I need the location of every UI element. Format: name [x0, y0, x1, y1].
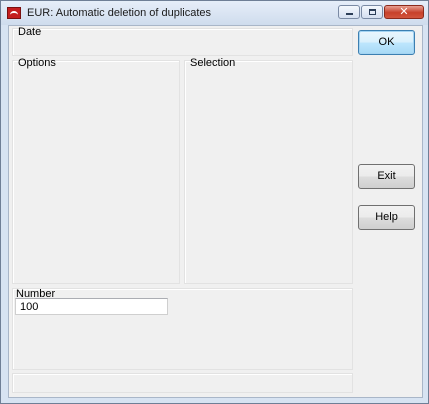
options-group: [12, 60, 180, 284]
dialog-window: EUR: Automatic deletion of duplicates ✕ …: [0, 0, 429, 404]
date-label: Date: [18, 26, 42, 38]
dialog-client-area: Date Options Selection Number 100 OK Exi…: [8, 25, 423, 398]
maximize-button[interactable]: [361, 5, 383, 19]
window-title: EUR: Automatic deletion of duplicates: [27, 7, 212, 19]
status-strip: [12, 373, 353, 393]
ok-button[interactable]: OK: [358, 30, 415, 55]
minimize-button[interactable]: [338, 5, 360, 19]
caption-buttons: ✕: [337, 5, 424, 21]
maximize-icon: [369, 9, 376, 15]
close-button[interactable]: ✕: [384, 5, 424, 19]
date-group: [12, 28, 353, 56]
minimize-icon: [346, 13, 353, 15]
app-logo-icon: [7, 7, 21, 19]
exit-button[interactable]: Exit: [358, 164, 415, 189]
close-icon: ✕: [399, 5, 409, 18]
number-field[interactable]: 100: [15, 298, 168, 315]
selection-label: Selection: [190, 57, 236, 69]
title-bar[interactable]: EUR: Automatic deletion of duplicates ✕: [1, 1, 428, 25]
options-label: Options: [18, 57, 56, 69]
selection-group: [184, 60, 353, 284]
help-button[interactable]: Help: [358, 205, 415, 230]
